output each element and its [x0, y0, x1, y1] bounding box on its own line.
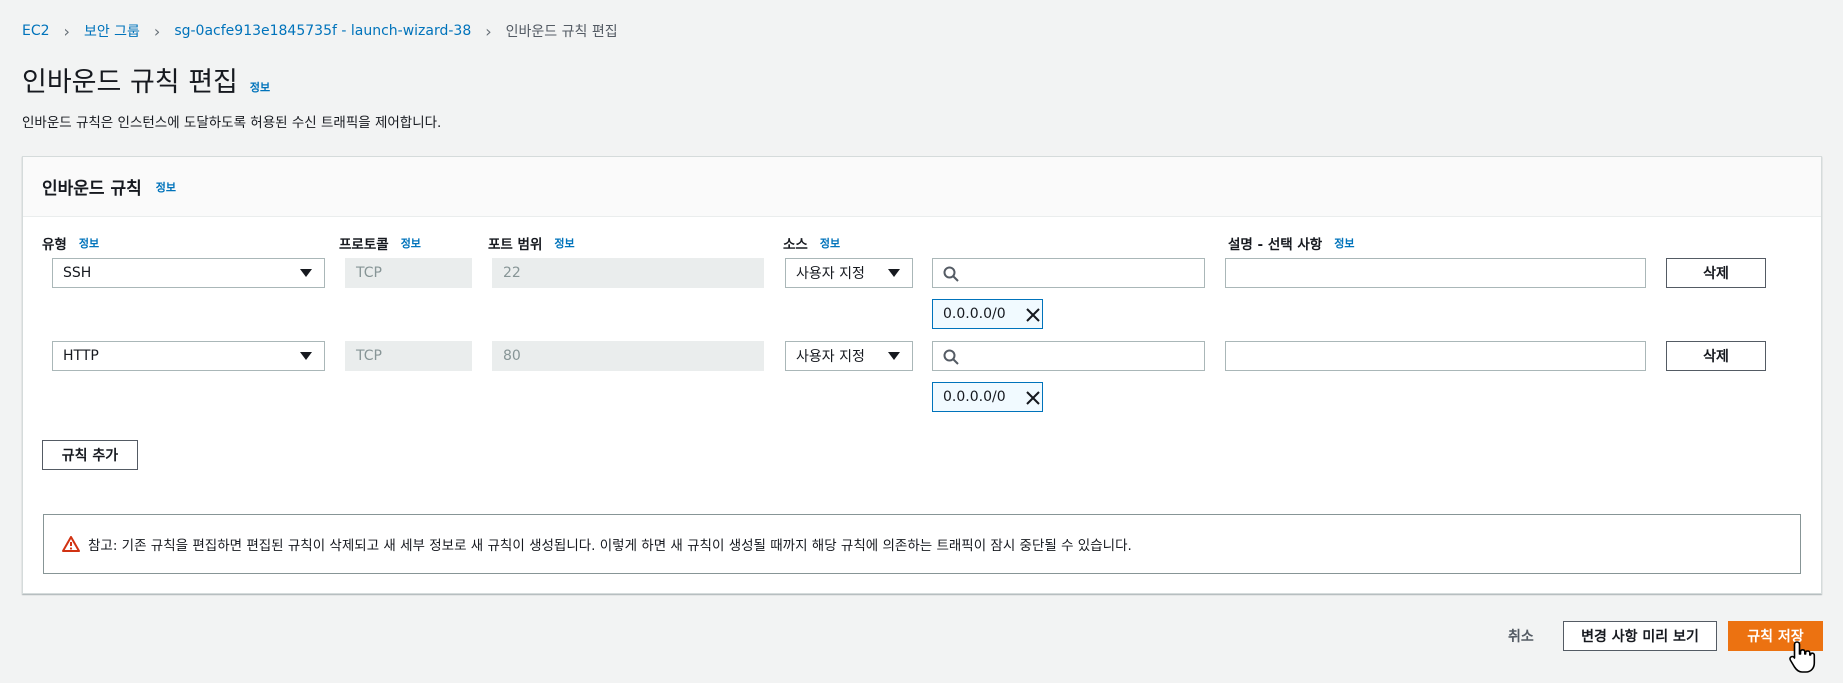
caret-down-icon — [300, 269, 312, 277]
rule-port-field: 22 — [492, 258, 764, 288]
column-protocol: 프로토콜 정보 — [339, 235, 421, 253]
warning-alert: 참고: 기존 규칙을 편집하면 편집된 규칙이 삭제되고 새 세부 정보로 새 … — [43, 514, 1801, 574]
search-icon — [943, 349, 959, 365]
description-info-link[interactable]: 정보 — [1334, 235, 1354, 251]
rule-port-field: 80 — [492, 341, 764, 371]
rule-protocol-field: TCP — [345, 341, 472, 371]
panel-info-link[interactable]: 정보 — [156, 179, 176, 195]
rule-description-input[interactable] — [1225, 341, 1646, 371]
preview-changes-button[interactable]: 변경 사항 미리 보기 — [1563, 621, 1717, 651]
alert-text: 참고: 기존 규칙을 편집하면 편집된 규칙이 삭제되고 새 세부 정보로 새 … — [88, 538, 1132, 554]
source-search-input[interactable] — [932, 258, 1205, 288]
breadcrumb-security-groups[interactable]: 보안 그룹 — [84, 21, 140, 41]
chevron-right-icon: › — [63, 21, 70, 41]
delete-rule-button[interactable]: 삭제 — [1666, 341, 1766, 371]
breadcrumb-ec2[interactable]: EC2 — [22, 23, 50, 39]
panel-header: 인바운드 규칙 정보 — [23, 157, 1821, 217]
add-rule-button[interactable]: 규칙 추가 — [42, 440, 138, 470]
rule-type-select[interactable]: SSH — [52, 258, 325, 288]
hand-cursor-icon — [1789, 641, 1816, 673]
rule-type-select[interactable]: HTTP — [52, 341, 325, 371]
type-info-link[interactable]: 정보 — [79, 235, 99, 251]
caret-down-icon — [300, 352, 312, 360]
port-info-link[interactable]: 정보 — [554, 235, 574, 251]
page-description: 인바운드 규칙은 인스턴스에 도달하도록 허용된 수신 트래픽을 제어합니다. — [22, 115, 442, 131]
cidr-token: 0.0.0.0/0 — [932, 299, 1043, 329]
column-description: 설명 - 선택 사항 정보 — [1228, 235, 1355, 253]
breadcrumb-current: 인바운드 규칙 편집 — [505, 24, 618, 40]
caret-down-icon — [888, 352, 900, 360]
cancel-button[interactable]: 취소 — [1508, 626, 1534, 646]
rule-source-select[interactable]: 사용자 지정 — [785, 341, 913, 371]
breadcrumb-security-group[interactable]: sg-0acfe913e1845735f - launch-wizard-38 — [174, 23, 471, 39]
protocol-info-link[interactable]: 정보 — [401, 235, 421, 251]
chevron-right-icon: › — [485, 21, 492, 41]
page-info-link[interactable]: 정보 — [250, 79, 270, 95]
close-icon[interactable] — [1024, 389, 1042, 407]
search-icon — [943, 266, 959, 282]
breadcrumb: EC2 › 보안 그룹 › sg-0acfe913e1845735f - lau… — [22, 21, 618, 41]
delete-rule-button[interactable]: 삭제 — [1666, 258, 1766, 288]
source-info-link[interactable]: 정보 — [820, 235, 840, 251]
page-title-text: 인바운드 규칙 편집 — [22, 67, 238, 98]
close-icon[interactable] — [1024, 306, 1042, 324]
rule-protocol-field: TCP — [345, 258, 472, 288]
rule-description-input[interactable] — [1225, 258, 1646, 288]
column-port-range: 포트 범위 정보 — [488, 235, 575, 253]
inbound-rules-panel: 인바운드 규칙 정보 유형 정보 프로토콜 정보 포트 범위 정보 소스 정보 … — [22, 156, 1822, 594]
source-search-input[interactable] — [932, 341, 1205, 371]
column-type: 유형 정보 — [42, 235, 100, 253]
warning-icon — [62, 536, 80, 552]
cidr-token: 0.0.0.0/0 — [932, 382, 1043, 412]
rule-source-select[interactable]: 사용자 지정 — [785, 258, 913, 288]
caret-down-icon — [888, 269, 900, 277]
panel-title: 인바운드 규칙 — [42, 179, 142, 199]
page-title: 인바운드 규칙 편집 정보 — [22, 60, 270, 99]
column-source: 소스 정보 — [783, 235, 841, 253]
chevron-right-icon: › — [153, 21, 161, 41]
